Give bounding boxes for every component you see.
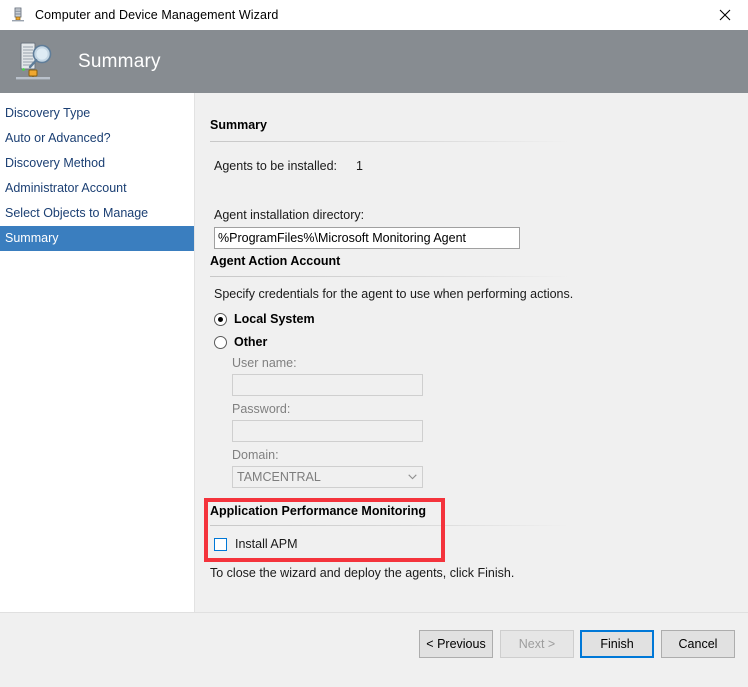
server-icon [10, 7, 26, 23]
agents-to-install-label: Agents to be installed: [214, 159, 337, 173]
wizard-step-sidebar: Discovery Type Auto or Advanced? Discove… [0, 93, 195, 612]
page-title: Summary [78, 50, 161, 72]
summary-section-heading: Summary [210, 118, 267, 132]
install-apm-checkbox-row[interactable]: Install APM [214, 537, 298, 551]
sidebar-item-auto-or-advanced[interactable]: Auto or Advanced? [0, 126, 194, 151]
window-title: Computer and Device Management Wizard [35, 8, 279, 22]
user-name-label: User name: [232, 356, 297, 370]
agents-to-install-count: 1 [356, 159, 363, 173]
radio-local-system[interactable]: Local System [214, 312, 315, 326]
apm-section-heading: Application Performance Monitoring [210, 504, 426, 518]
summary-section-divider [210, 141, 570, 142]
password-input[interactable] [232, 420, 423, 442]
install-apm-label: Install APM [235, 537, 298, 551]
wizard-header: Summary [0, 30, 748, 93]
content-panel: Summary Agents to be installed: 1 Agent … [196, 93, 748, 612]
title-bar: Computer and Device Management Wizard [0, 0, 748, 30]
sidebar-item-select-objects-to-manage[interactable]: Select Objects to Manage [0, 201, 194, 226]
sidebar-item-discovery-method[interactable]: Discovery Method [0, 151, 194, 176]
sidebar-item-summary[interactable]: Summary [0, 226, 194, 251]
agent-install-directory-input[interactable] [214, 227, 520, 249]
finish-instruction-text: To close the wizard and deploy the agent… [210, 566, 515, 580]
cancel-button[interactable]: Cancel [661, 630, 735, 658]
domain-select[interactable]: TAMCENTRAL [232, 466, 423, 488]
credentials-description: Specify credentials for the agent to use… [214, 287, 574, 301]
sidebar-item-discovery-type[interactable]: Discovery Type [0, 101, 194, 126]
radio-local-system-label: Local System [234, 312, 315, 326]
radio-other-indicator [214, 335, 227, 349]
wizard-body: Discovery Type Auto or Advanced? Discove… [0, 93, 748, 612]
password-label: Password: [232, 402, 291, 416]
radio-other[interactable]: Other [214, 335, 267, 349]
wizard-footer: < Previous Next > Finish Cancel [0, 612, 748, 687]
agent-install-directory-label: Agent installation directory: [214, 208, 365, 222]
next-button: Next > [500, 630, 574, 658]
chevron-down-icon [402, 474, 422, 480]
apm-section-divider [210, 525, 570, 526]
radio-other-label: Other [234, 335, 268, 349]
agent-action-account-divider [210, 276, 570, 277]
finish-button[interactable]: Finish [580, 630, 654, 658]
radio-local-system-indicator [214, 312, 227, 326]
sidebar-item-administrator-account[interactable]: Administrator Account [0, 176, 194, 201]
previous-button[interactable]: < Previous [419, 630, 493, 658]
install-apm-checkbox[interactable] [214, 537, 227, 551]
close-icon[interactable] [702, 0, 748, 30]
domain-select-value: TAMCENTRAL [237, 470, 321, 484]
agent-action-account-heading: Agent Action Account [210, 254, 341, 268]
domain-label: Domain: [232, 448, 279, 462]
user-name-input[interactable] [232, 374, 423, 396]
discovery-server-magnifier-icon [12, 39, 58, 85]
